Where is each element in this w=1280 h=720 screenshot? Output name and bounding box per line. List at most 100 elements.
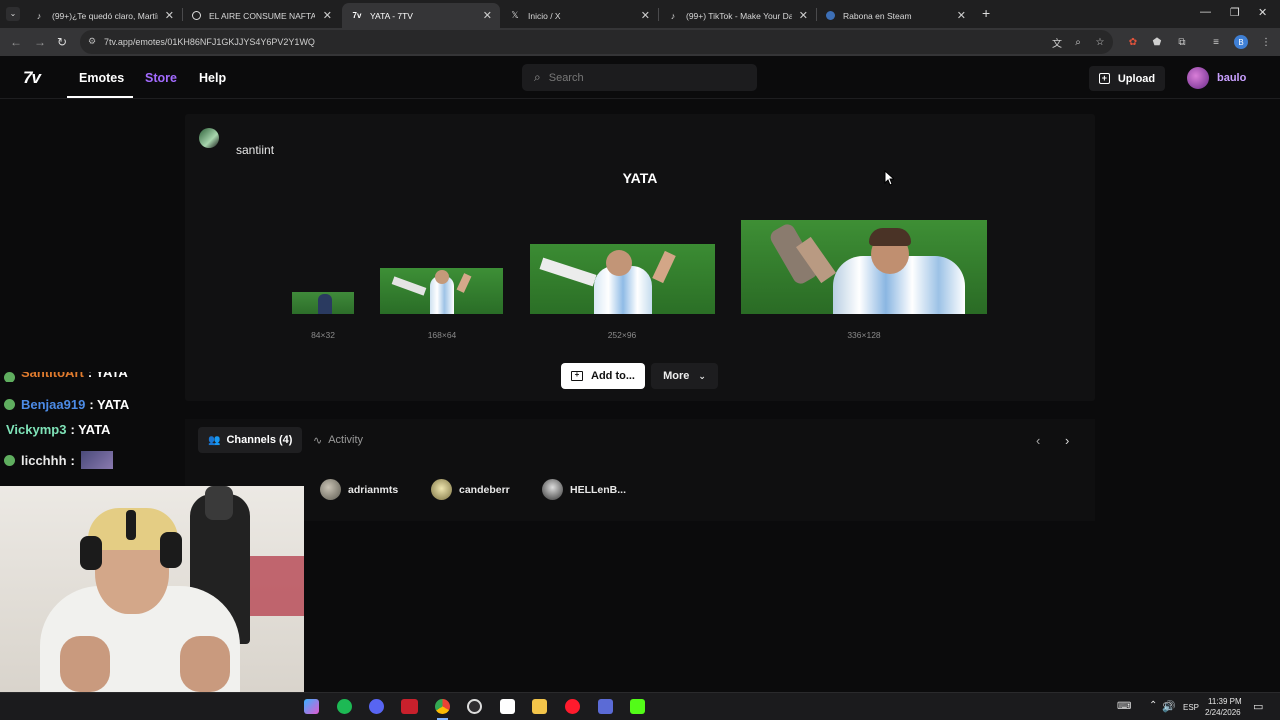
nav-active-indicator bbox=[67, 96, 133, 98]
bookmark-star-icon[interactable]: ☆ bbox=[1094, 36, 1106, 48]
keyboard-icon[interactable]: ⌨ bbox=[1117, 701, 1131, 712]
notifications-icon[interactable]: ▭ bbox=[1253, 700, 1263, 713]
more-button[interactable]: More ⌄ bbox=[651, 363, 718, 389]
emote-preview-3x[interactable] bbox=[530, 244, 715, 314]
close-tab-icon[interactable]: ✕ bbox=[165, 9, 174, 22]
chrome-icon[interactable] bbox=[435, 699, 450, 714]
browser-tab-active[interactable]: 7v YATA - 7TV ✕ bbox=[342, 3, 500, 28]
channel-avatar bbox=[320, 479, 341, 500]
spotify-icon[interactable] bbox=[337, 699, 352, 714]
browser-tab[interactable]: ♪ (99+)¿Te quedó claro, Martín? ✕ bbox=[24, 3, 182, 28]
minimize-button[interactable]: — bbox=[1200, 6, 1211, 18]
search-input[interactable]: ⌕ Search bbox=[522, 64, 757, 91]
new-tab-button[interactable]: + bbox=[982, 5, 990, 21]
channel-item[interactable]: adrianmts bbox=[320, 479, 398, 500]
chat-message: Vickymp3 : YATA bbox=[6, 422, 111, 437]
size-label: 168×64 bbox=[427, 330, 457, 340]
zoom-icon[interactable]: ⌕ bbox=[1072, 36, 1084, 48]
7tv-icon: 7v bbox=[352, 11, 362, 20]
tiktok-icon: ♪ bbox=[670, 10, 676, 21]
close-tab-icon[interactable]: ✕ bbox=[483, 9, 492, 22]
tiktok-icon: ♪ bbox=[36, 10, 42, 21]
tab-channels[interactable]: 👥 Channels (4) bbox=[198, 427, 303, 453]
browser-tab-strip: ⌄ ♪ (99+)¿Te quedó claro, Martín? ✕ EL A… bbox=[0, 0, 1280, 28]
nav-emotes[interactable]: Emotes bbox=[79, 71, 124, 85]
tab-search-button[interactable]: ⌄ bbox=[6, 7, 20, 21]
site-info-icon[interactable]: ⚙ bbox=[88, 36, 96, 47]
kick-icon[interactable] bbox=[630, 699, 645, 714]
discord-icon[interactable] bbox=[369, 699, 384, 714]
channel-avatar bbox=[542, 479, 563, 500]
media-control-icon[interactable]: ≡ bbox=[1210, 36, 1222, 48]
channel-item[interactable]: candeberr bbox=[431, 479, 510, 500]
profile-icon[interactable]: B bbox=[1234, 35, 1248, 49]
chat-emote-image bbox=[80, 451, 113, 469]
x-icon: 𝕏 bbox=[511, 10, 519, 20]
channel-item[interactable]: HELLenB... bbox=[542, 479, 626, 500]
opera-icon[interactable] bbox=[565, 699, 580, 714]
browser-menu-icon[interactable]: ⋮ bbox=[1260, 36, 1272, 48]
capcut-icon[interactable] bbox=[500, 699, 515, 714]
obs-icon[interactable] bbox=[467, 699, 482, 714]
size-label: 336×128 bbox=[847, 330, 881, 340]
browser-tab[interactable]: 𝕏 Inicio / X ✕ bbox=[500, 3, 658, 28]
chevron-down-icon: ⌄ bbox=[698, 370, 706, 381]
add-to-button[interactable]: + Add to... bbox=[561, 363, 645, 389]
emote-owner[interactable]: santiint bbox=[236, 143, 274, 157]
upload-plus-icon: + bbox=[1098, 73, 1110, 84]
app-icon[interactable] bbox=[401, 699, 418, 714]
app-icon[interactable] bbox=[598, 699, 613, 714]
translate-icon[interactable]: 文 bbox=[1051, 36, 1063, 50]
chat-message: Benjaa919 : YATA bbox=[4, 397, 129, 412]
chat-message: licchhh : bbox=[4, 451, 113, 469]
browser-tab[interactable]: Rabona en Steam ✕ bbox=[816, 3, 974, 28]
volume-icon[interactable]: 🔊 bbox=[1162, 700, 1176, 713]
channels-panel: 👥 Channels (4) ∿ Activity ‹ › adrianmts … bbox=[185, 419, 1095, 521]
chevron-up-icon[interactable]: ⌃ bbox=[1149, 700, 1157, 711]
nav-help[interactable]: Help bbox=[199, 71, 226, 85]
globe-icon bbox=[192, 11, 201, 20]
user-menu[interactable]: baulo bbox=[1187, 67, 1246, 89]
copilot-icon[interactable] bbox=[304, 699, 319, 714]
windows-taskbar: ⌨ ⌃ ⬭ 🔊 ESP 11:39 PM 2/24/2026 ▭ bbox=[0, 692, 1280, 720]
site-header: 7v Emotes Store Help ⌕ Search + Upload b… bbox=[0, 56, 1280, 99]
url-bar[interactable]: ⚙ 7tv.app/emotes/01KH86NFJ1GKJJYS4Y6PV2Y… bbox=[80, 30, 1113, 54]
emote-preview-2x[interactable] bbox=[380, 268, 503, 314]
close-tab-icon[interactable]: ✕ bbox=[957, 9, 966, 22]
browser-tab[interactable]: ♪ (99+) TikTok - Make Your Day ✕ bbox=[658, 3, 816, 28]
extension-icon[interactable]: ✿ bbox=[1127, 36, 1139, 48]
close-tab-icon[interactable]: ✕ bbox=[641, 9, 650, 22]
file-explorer-icon[interactable] bbox=[532, 699, 547, 714]
browser-tab[interactable]: EL AIRE CONSUME NAFTA? - B ✕ bbox=[182, 3, 340, 28]
clock-date[interactable]: 2/24/2026 bbox=[1205, 708, 1241, 717]
search-icon: ⌕ bbox=[534, 70, 541, 84]
back-icon[interactable]: ← bbox=[10, 35, 22, 49]
extensions-puzzle-icon[interactable]: ⧉ bbox=[1176, 36, 1188, 48]
language-indicator[interactable]: ESP bbox=[1183, 703, 1199, 712]
close-window-button[interactable]: ✕ bbox=[1258, 6, 1267, 19]
emote-preview-4x[interactable] bbox=[741, 220, 987, 314]
forward-icon[interactable]: → bbox=[34, 35, 46, 49]
owner-avatar[interactable] bbox=[199, 128, 219, 148]
nav-store[interactable]: Store bbox=[145, 71, 177, 85]
reload-icon[interactable]: ↻ bbox=[57, 35, 67, 49]
avatar bbox=[1187, 67, 1209, 89]
restore-button[interactable]: ❐ bbox=[1230, 6, 1240, 19]
upload-button[interactable]: + Upload bbox=[1089, 66, 1165, 91]
mouse-cursor-icon bbox=[884, 170, 894, 186]
emote-preview-1x[interactable] bbox=[292, 292, 354, 314]
extension-icon[interactable]: ⬟ bbox=[1151, 36, 1163, 48]
tab-activity[interactable]: ∿ Activity bbox=[313, 429, 363, 451]
close-tab-icon[interactable]: ✕ bbox=[799, 9, 808, 22]
size-label: 84×32 bbox=[311, 330, 335, 340]
folder-plus-icon: + bbox=[571, 371, 583, 381]
7tv-logo[interactable]: 7v bbox=[23, 68, 41, 88]
close-tab-icon[interactable]: ✕ bbox=[323, 9, 332, 22]
chevron-left-icon[interactable]: ‹ bbox=[1036, 433, 1040, 448]
chat-message: SantitoArt : YATA bbox=[4, 372, 128, 382]
clock-time[interactable]: 11:39 PM bbox=[1208, 697, 1242, 706]
chat-badge-icon bbox=[4, 372, 15, 382]
channel-avatar bbox=[431, 479, 452, 500]
chevron-right-icon[interactable]: › bbox=[1065, 433, 1069, 448]
activity-icon: ∿ bbox=[313, 434, 323, 447]
